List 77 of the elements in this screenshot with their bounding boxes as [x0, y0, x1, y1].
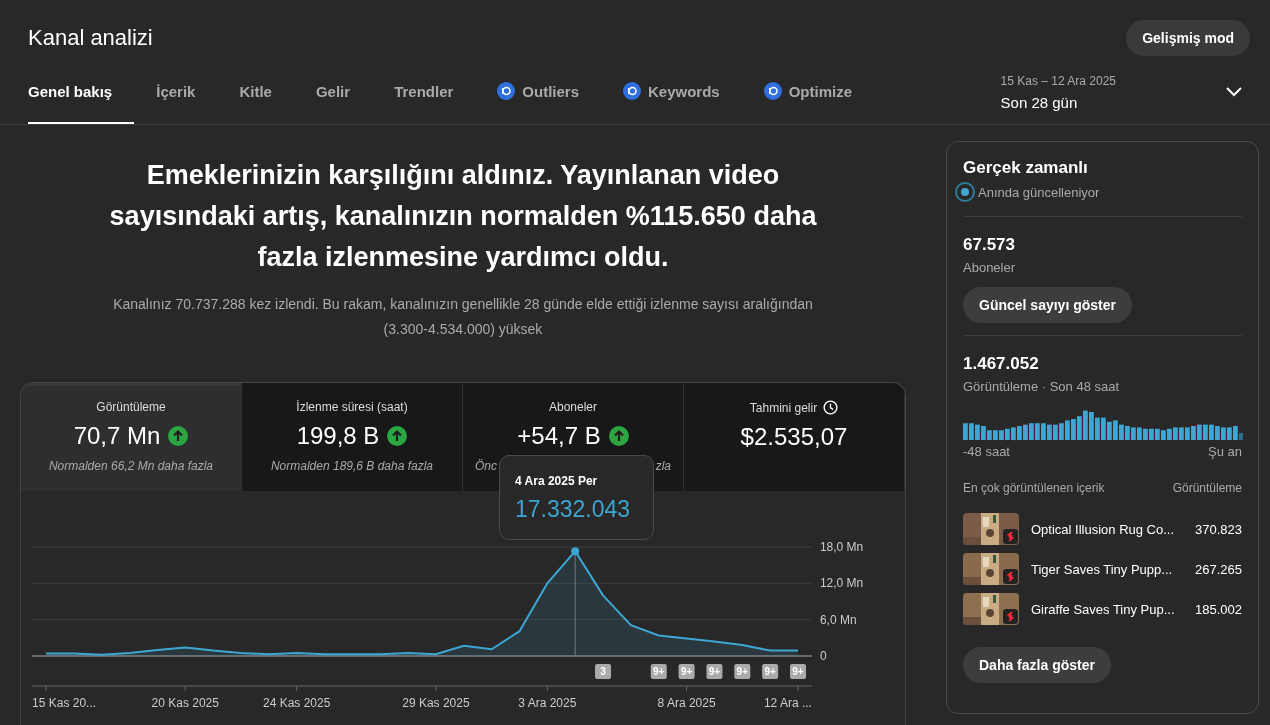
column-header: En çok görüntülenen içerik [963, 481, 1105, 495]
subscriber-count: 67.573 [963, 235, 1016, 255]
tab-label: Keywords [648, 82, 720, 100]
shorts-icon [1003, 569, 1018, 584]
video-title[interactable]: Giraffe Saves Tiny Pup... [1031, 601, 1183, 617]
extension-logo-icon [623, 82, 641, 100]
metric-label: Görüntüleme [96, 400, 166, 414]
tooltip-date: 4 Ara 2025 Per [515, 474, 599, 488]
metric-note: Normalden 189,6 B daha fazla [270, 459, 434, 473]
x-axis-label: 12 Ara ... [763, 696, 812, 710]
y-axis-label: 6,0 Mn [819, 612, 857, 627]
tab[interactable]: Outliers [475, 60, 601, 124]
views-count: 1.467.052 [963, 354, 1040, 374]
views-label: Görüntüleme · Son 48 saat [963, 379, 1121, 394]
metric-value: 70,7 Mn [73, 422, 161, 450]
metric-tab[interactable]: Tahmini gelir $2.535,07 [684, 383, 905, 491]
video-views: 267.265 [1195, 561, 1242, 577]
tab[interactable]: Genel bakış [28, 60, 135, 124]
video-title[interactable]: Optical Illusion Rug Co... [1031, 521, 1183, 537]
metric-label: İzlenme süresi (saat) [296, 400, 408, 414]
extension-logo-icon [497, 82, 516, 100]
y-axis-label: 0 [819, 649, 827, 663]
x-axis-label: 29 Kas 2025 [402, 696, 470, 710]
shorts-icon [1003, 529, 1018, 544]
x-axis-label: 20 Kas 2025 [151, 696, 219, 710]
metric-tab[interactable]: Görüntüleme 70,7 Mn Normalden 66,2 Mn daha fazla [21, 383, 242, 491]
tab-label: Gelir [315, 82, 351, 100]
chevron-down-icon[interactable] [1226, 87, 1242, 97]
tab-label: Trendler [394, 82, 454, 100]
metric-value: +54,7 B [517, 422, 601, 450]
metric-label: Aboneler [548, 400, 597, 414]
panel-title: Gerçek zamanlı [963, 158, 1089, 178]
x-axis-label: 8 Ara 2025 [657, 696, 716, 710]
show-more-button[interactable]: Daha fazla göster [963, 647, 1111, 683]
tab[interactable]: Kitle [217, 60, 294, 124]
y-axis-label: 12,0 Mn [819, 576, 864, 591]
metric-note: Önc [475, 459, 497, 473]
tab-label: Optimize [788, 82, 853, 100]
hover-point [571, 547, 580, 556]
shorts-icon [1003, 609, 1018, 624]
extension-logo-icon [763, 82, 782, 100]
x-axis-label: 15 Kas 20... [32, 696, 97, 710]
tab[interactable]: Trendler [372, 60, 476, 124]
live-status: Anında güncelleniyor [978, 184, 1100, 200]
tab-label: Genel bakış [28, 82, 113, 100]
tab-label: İçerik [156, 82, 196, 100]
summary-headline: Emeklerinizin karşılığını aldınız. Yayınlanan video sayısındaki artış, kanalınızın normalden %115.650 daha fazla izlenmesine yardımcı oldu. [108, 159, 818, 274]
subscriber-label: Aboneler [963, 260, 1017, 275]
y-axis-label: 18,0 Mn [819, 540, 864, 554]
x-axis-label: 3 Ara 2025 [518, 696, 577, 710]
tab-label: Outliers [522, 82, 579, 100]
tab-label: Kitle [239, 82, 272, 100]
advanced-mode-button[interactable]: Gelişmiş mod [1126, 20, 1250, 56]
summary-detail: Kanalınız 70.737.288 kez izlendi. Bu rakam, kanalınızın genellikle 28 günde elde ettiği izlenme sayısı aralığından (3.300-4.534.000) yüksek [112, 295, 814, 339]
tab[interactable]: Optimize [741, 60, 875, 124]
x-axis-label: 24 Kas 2025 [262, 696, 331, 710]
tab[interactable]: Keywords [601, 60, 742, 124]
metric-value: $2.535,07 [740, 423, 848, 451]
axis-start-label: -48 saat [963, 444, 1010, 459]
metric-note: zla [655, 459, 671, 473]
tab[interactable]: Gelir [293, 60, 373, 124]
metric-note: Normalden 66,2 Mn daha fazla [48, 459, 214, 473]
metric-value: 199,8 B [296, 422, 380, 450]
date-period: Son 28 gün [1000, 93, 1079, 111]
tooltip-value: 17.332.043 [515, 496, 632, 523]
live-indicator-icon [955, 182, 975, 202]
video-title[interactable]: Tiger Saves Tiny Pupp... [1031, 561, 1183, 577]
show-current-count-button[interactable]: Güncel sayıyı göster [963, 287, 1132, 323]
date-range: 15 Kas – 12 Ara 2025 [1000, 73, 1116, 88]
column-header: Görüntüleme [1172, 481, 1242, 495]
page-title: Kanal analizi [28, 25, 153, 51]
video-views: 185.002 [1195, 601, 1242, 617]
metric-tab[interactable]: İzlenme süresi (saat) 199,8 B Normalden 189,6 B daha fazla [242, 383, 463, 491]
tab[interactable]: İçerik [134, 60, 218, 124]
video-views: 370.823 [1195, 521, 1242, 537]
axis-end-label: Şu an [1208, 444, 1242, 459]
metric-label: Tahmini gelir [749, 400, 818, 415]
